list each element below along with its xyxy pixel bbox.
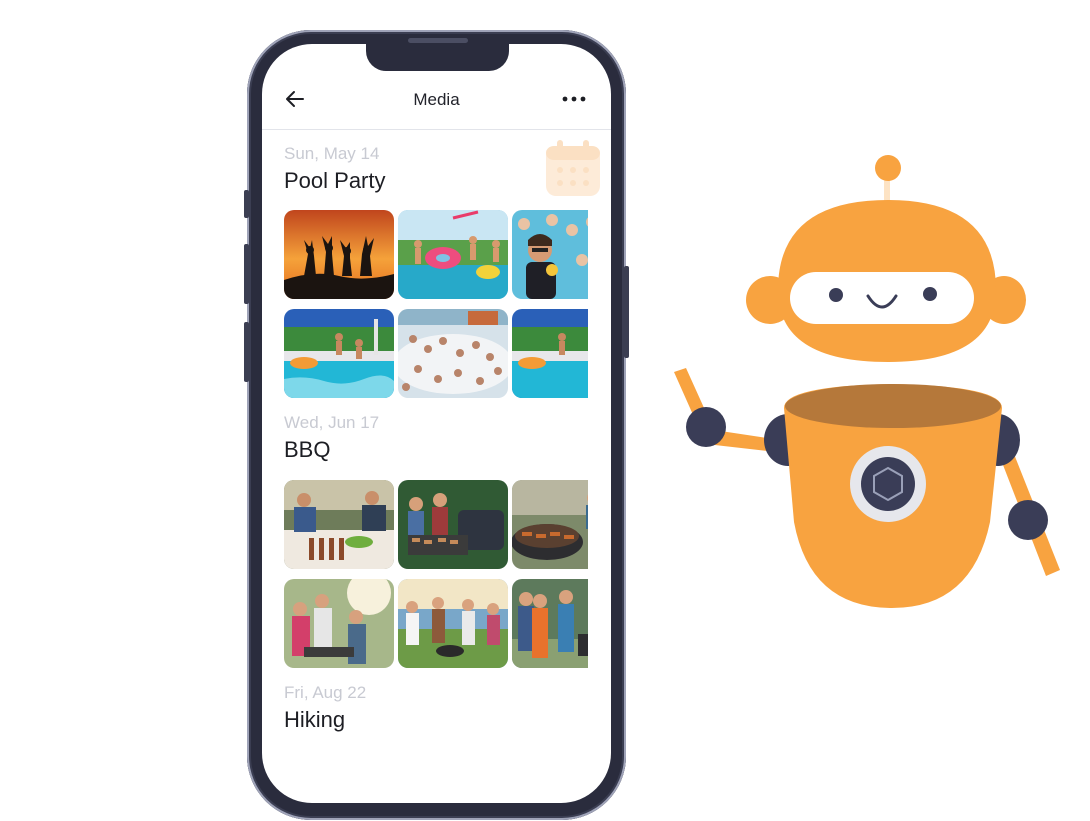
section-title: Pool Party [284,168,386,193]
media-section: Fri, Aug 22 Hiking [284,682,611,733]
photo-grid [284,210,588,400]
photo-thumbnail[interactable] [512,579,588,668]
more-options-button[interactable] [562,88,586,110]
more-horizontal-icon [562,96,586,102]
phone-notch [366,40,509,71]
photo-thumbnail[interactable] [398,309,508,398]
photo-thumbnail[interactable] [284,309,394,398]
media-section: Wed, Jun 17 BBQ [284,412,611,463]
photo-thumbnail[interactable] [284,210,394,299]
media-section: Sun, May 14 Pool Party [284,143,611,194]
section-date: Sun, May 14 [284,144,380,163]
section-date: Wed, Jun 17 [284,413,380,432]
photo-thumbnail[interactable] [398,480,508,569]
photo-thumbnail[interactable] [398,210,508,299]
photo-thumbnail[interactable] [512,480,588,569]
photo-thumbnail[interactable] [284,579,394,668]
robot-mascot-illustration [674,155,1060,608]
section-title: BBQ [284,437,331,462]
volume-down-button [244,322,249,382]
mute-switch [244,190,249,218]
photo-grid [284,480,588,670]
power-button [624,266,629,358]
media-list: Sun, May 14 Pool Party Wed, Jun 17 BBQ F… [262,130,611,803]
phone-speaker [408,38,468,43]
section-title: Hiking [284,707,346,732]
phone-screen: Media Sun, May 14 Pool Party Wed, Jun 17… [262,44,611,803]
photo-thumbnail[interactable] [398,579,508,668]
photo-thumbnail[interactable] [512,309,588,398]
photo-thumbnail[interactable] [284,480,394,569]
photo-thumbnail[interactable] [512,210,588,299]
section-date: Fri, Aug 22 [284,683,367,702]
volume-up-button [244,244,249,304]
page-title: Media [413,90,460,109]
